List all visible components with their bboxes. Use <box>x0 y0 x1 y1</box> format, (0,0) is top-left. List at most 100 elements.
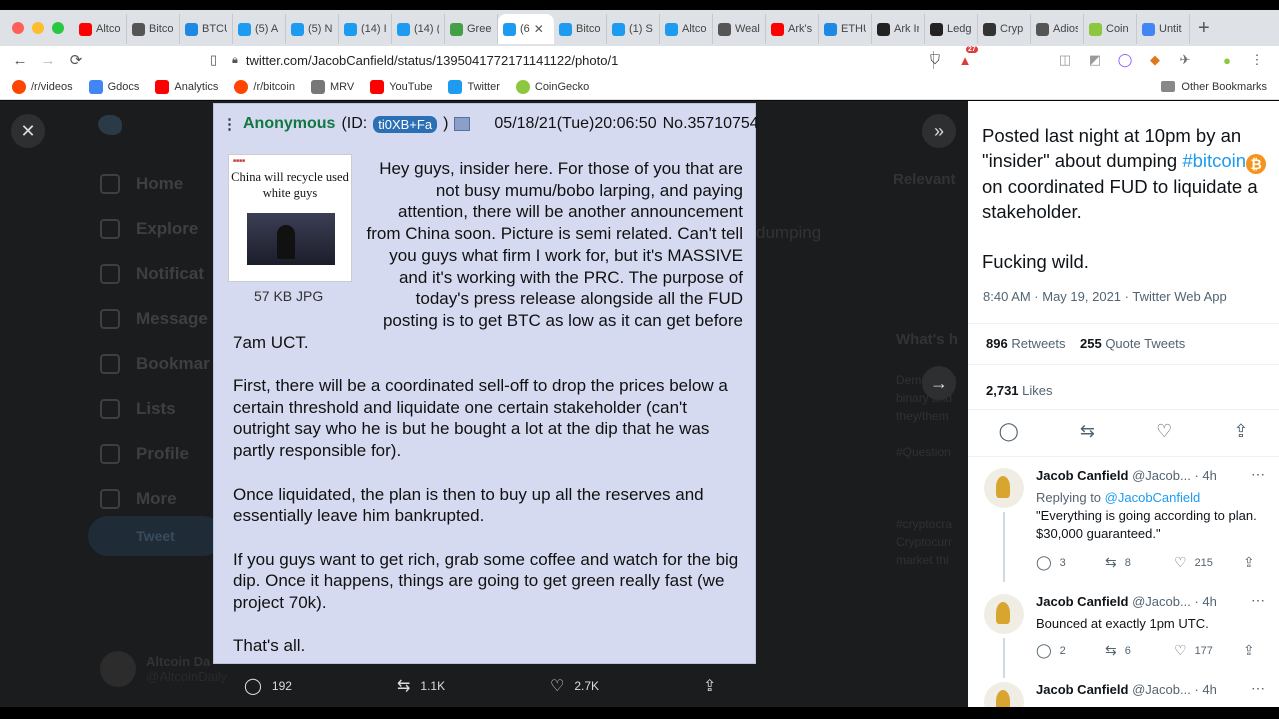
avatar[interactable] <box>984 468 1024 508</box>
retweets-label: Retweets <box>1011 336 1066 351</box>
bookmark-item[interactable]: /r/bitcoin <box>226 79 303 94</box>
extension-icon[interactable]: ◫ <box>1057 52 1073 68</box>
extension-icon[interactable]: ◯ <box>1117 52 1133 68</box>
browser-tab[interactable]: Adios <box>1031 14 1084 44</box>
share-action[interactable]: ⇪ <box>1243 642 1263 659</box>
metamask-icon[interactable]: ◆ <box>1147 52 1163 68</box>
bitcoin-icon: ₿ <box>1246 154 1267 174</box>
browser-tab[interactable]: Altco <box>660 14 713 44</box>
nav-icon <box>100 218 120 239</box>
share-action[interactable]: ⇪ <box>703 676 743 696</box>
reply-action[interactable]: ◯ 3 <box>1036 554 1105 571</box>
brave-shield-icon[interactable]: ⛉ <box>927 52 943 68</box>
share-icon[interactable]: ⇪ <box>1233 421 1248 442</box>
extension-icon[interactable]: ✈ <box>1177 52 1193 68</box>
retweet-action[interactable]: ⇆ 6 <box>1105 642 1174 659</box>
retweet-count: 8 <box>1124 556 1131 569</box>
reply-author-name[interactable]: Jacob Canfield <box>1036 682 1128 697</box>
browser-tab[interactable]: (1) S <box>607 14 660 44</box>
like-action[interactable]: ♡ 215 <box>1174 554 1243 571</box>
next-media-button[interactable]: → <box>922 366 956 400</box>
avatar[interactable] <box>984 594 1024 634</box>
bookmark-item[interactable]: /r/videos <box>4 79 81 94</box>
bookmark-item[interactable]: CoinGecko <box>508 79 597 94</box>
browser-tab[interactable]: Ark In <box>872 14 925 44</box>
more-options-icon[interactable]: ⋯ <box>1251 466 1265 483</box>
profile-avatar-icon[interactable]: ● <box>1219 52 1235 68</box>
hashtag-link[interactable]: #bitcoin <box>1182 150 1246 171</box>
bookmark-item[interactable]: Analytics <box>147 79 226 94</box>
bookmark-item[interactable]: Gdocs <box>81 79 148 94</box>
browser-tab[interactable]: Altco <box>74 14 127 44</box>
reply-handle: @Jacob... <box>1132 594 1191 609</box>
bookmark-label: /r/bitcoin <box>253 80 295 93</box>
lock-icon[interactable]: 🔒︎ <box>232 54 238 67</box>
browser-tab[interactable]: Untit <box>1137 14 1190 44</box>
twitter-icon <box>612 22 625 36</box>
close-media-button[interactable]: ✕ <box>11 114 45 148</box>
heart-icon[interactable]: ♡ <box>1156 421 1172 442</box>
browser-tab[interactable]: (6 ✕ <box>498 14 554 44</box>
nav-label: Bookmar <box>136 353 210 373</box>
replying-to-link[interactable]: @JacobCanfield <box>1105 490 1201 505</box>
avatar[interactable] <box>984 682 1024 707</box>
forward-button[interactable]: → <box>34 52 62 69</box>
browser-tab[interactable]: Coin <box>1084 14 1137 44</box>
nav-label: Message <box>136 308 208 328</box>
background-nav-item: More <box>100 476 210 521</box>
reload-button[interactable]: ⟳ <box>62 51 90 69</box>
reply-count: 2 <box>1059 644 1066 657</box>
reply-icon[interactable]: ◯ <box>999 421 1019 442</box>
like-action[interactable]: ♡ 177 <box>1174 642 1243 659</box>
back-button[interactable]: ← <box>6 52 34 69</box>
new-tab-button[interactable]: + <box>1190 17 1218 40</box>
browser-tab[interactable]: ETHU <box>819 14 872 44</box>
address-bar[interactable]: ▯ 🔒︎ twitter.com/JacobCanfield/status/13… <box>210 48 934 72</box>
browser-tab[interactable]: (5) N <box>286 14 339 44</box>
retweet-action[interactable]: ⇆ 1.1K <box>397 676 550 696</box>
browser-tab[interactable]: Bitco <box>127 14 180 44</box>
tweet-timestamp[interactable]: 8:40 AM · May 19, 2021 · Twitter Web App <box>983 289 1227 304</box>
like-action[interactable]: ♡ 2.7K <box>550 676 703 696</box>
browser-tab[interactable]: Ark's <box>766 14 819 44</box>
browser-tab[interactable]: Cryp <box>978 14 1031 44</box>
browser-tab[interactable]: Bitco <box>554 14 607 44</box>
brave-rewards-icon[interactable]: ▲ 27 <box>957 46 978 68</box>
maximize-window-button[interactable] <box>52 22 64 34</box>
more-options-icon[interactable]: ⋯ <box>1251 680 1265 697</box>
browser-tab[interactable]: (5) A <box>233 14 286 44</box>
bookmark-item[interactable]: YouTube <box>362 79 440 94</box>
reply-action[interactable]: ◯ 192 <box>244 676 397 696</box>
url-text[interactable]: twitter.com/JacobCanfield/status/1395041… <box>246 53 618 68</box>
reply-author-name[interactable]: Jacob Canfield <box>1036 594 1128 609</box>
bottom-edge <box>0 707 1279 719</box>
bookmark-item[interactable]: Twitter <box>440 79 507 94</box>
retweets-stat[interactable]: 896 Retweets 255 Quote Tweets <box>986 336 1185 351</box>
more-options-icon[interactable]: ⋯ <box>1251 592 1265 609</box>
bookmark-label: /r/videos <box>31 80 73 93</box>
extension-icon[interactable]: ◩ <box>1087 52 1103 68</box>
close-window-button[interactable] <box>12 22 24 34</box>
reply-count: 3 <box>1059 556 1066 569</box>
other-bookmarks[interactable]: Other Bookmarks <box>1161 81 1267 93</box>
collapse-panel-button[interactable]: » <box>922 114 956 148</box>
tabs: Altco Bitco BTCU (5) A (5) N (14) I (14) (Gree… <box>74 10 1190 46</box>
bookmark-item[interactable]: MRV <box>303 79 362 94</box>
retweet-icon[interactable]: ⇆ <box>1080 421 1095 442</box>
browser-tab[interactable]: BTCU <box>180 14 233 44</box>
likes-stat[interactable]: 2,731 Likes <box>986 383 1053 398</box>
browser-tab[interactable]: (14) ( <box>392 14 445 44</box>
reply-author-name[interactable]: Jacob Canfield <box>1036 468 1128 483</box>
retweet-action[interactable]: ⇆ 8 <box>1105 554 1174 571</box>
trend-line: Cryptocurr <box>896 535 953 549</box>
browser-tab[interactable]: Ledg <box>925 14 978 44</box>
minimize-window-button[interactable] <box>32 22 44 34</box>
share-action[interactable]: ⇪ <box>1243 554 1263 571</box>
menu-icon[interactable]: ⋮ <box>1249 52 1265 68</box>
close-tab-icon[interactable]: ✕ <box>534 22 544 36</box>
browser-tab[interactable]: Weal <box>713 14 766 44</box>
browser-tab[interactable]: Green <box>445 14 498 44</box>
browser-tab[interactable]: (14) I <box>339 14 392 44</box>
bookmark-star-icon[interactable]: ▯ <box>210 52 217 68</box>
reply-action[interactable]: ◯ 2 <box>1036 642 1105 659</box>
